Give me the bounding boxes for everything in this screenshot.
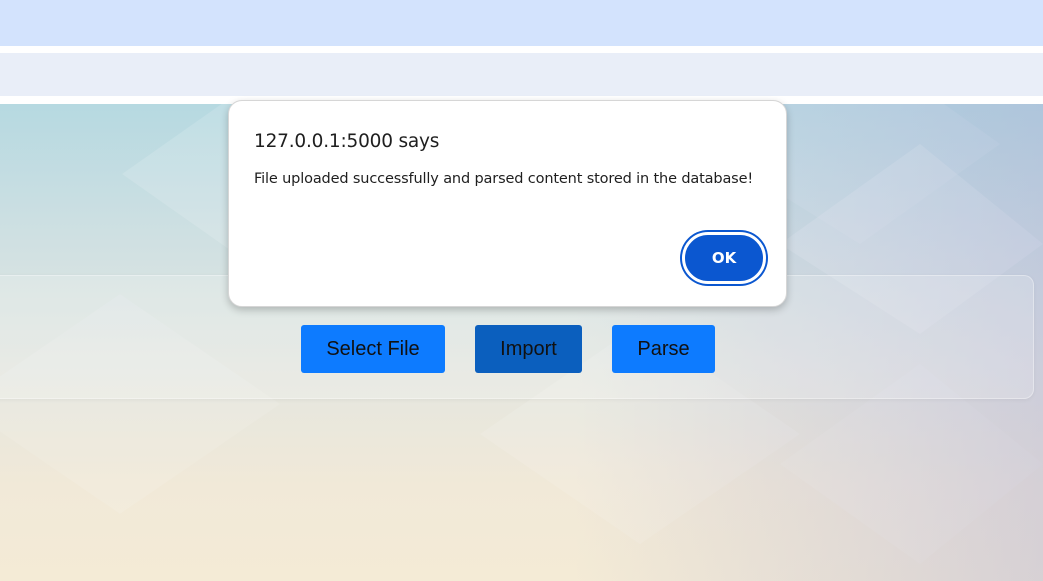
ok-button[interactable]: OK: [682, 232, 766, 284]
import-button[interactable]: Import: [475, 325, 582, 373]
dialog-message: File uploaded successfully and parsed co…: [254, 171, 754, 187]
parse-button[interactable]: Parse: [612, 325, 715, 373]
select-file-button[interactable]: Select File: [301, 325, 445, 373]
browser-tab-strip: [0, 0, 1043, 46]
alert-dialog: 127.0.0.1:5000 says File uploaded succes…: [228, 100, 787, 307]
browser-toolbar: [0, 53, 1043, 96]
dialog-title: 127.0.0.1:5000 says: [254, 131, 440, 152]
